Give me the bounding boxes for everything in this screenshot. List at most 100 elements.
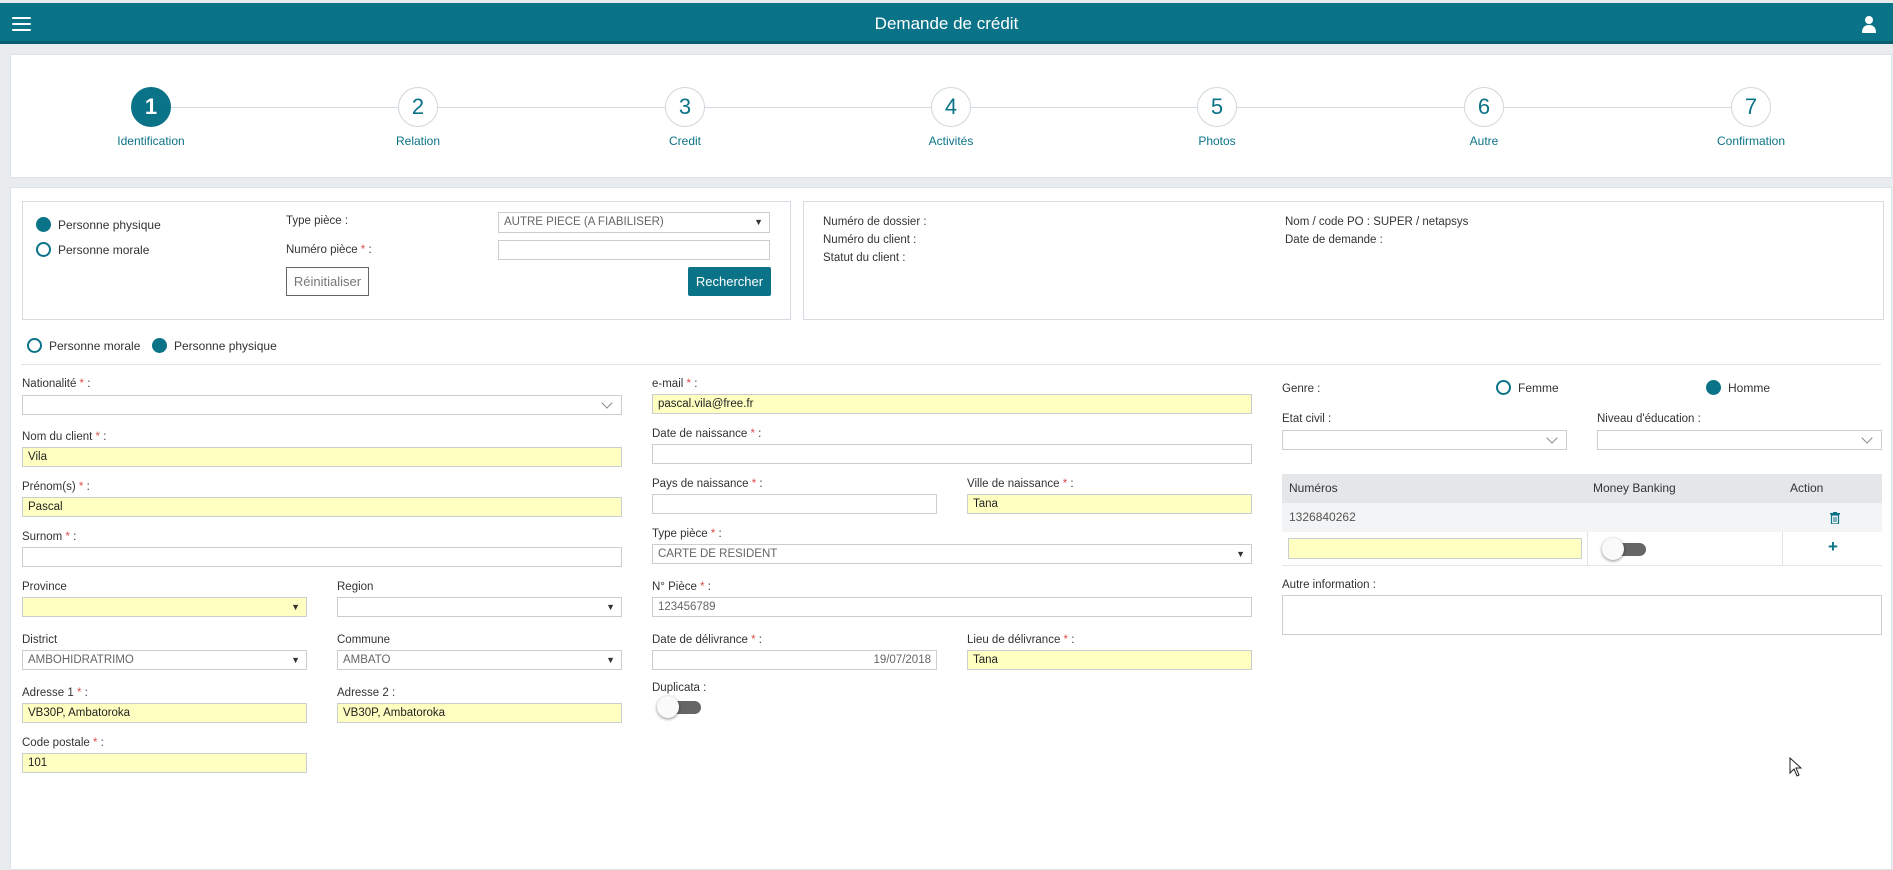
column-separator	[1587, 532, 1588, 566]
n-piece-label: N° Pièce * :	[652, 581, 711, 593]
statut-client-text: Statut du client :	[823, 252, 906, 264]
district-select[interactable]: AMBOHIDRATRIMO ▼	[22, 650, 307, 670]
step-label: Autre	[1469, 134, 1499, 148]
caret-down-icon: ▼	[1236, 549, 1245, 559]
ville-naissance-input[interactable]: Tana	[967, 494, 1252, 514]
step-activites[interactable]: 4 Activités	[871, 87, 1031, 148]
column-separator	[1782, 532, 1783, 566]
province-select[interactable]: ▼	[22, 597, 307, 617]
money-banking-toggle[interactable]	[1602, 538, 1648, 560]
lieu-delivrance-label: Lieu de délivrance * :	[967, 634, 1075, 646]
duplicata-label: Duplicata :	[652, 682, 707, 694]
search-box: Personne physique Personne morale Type p…	[22, 201, 791, 320]
chevron-down-icon	[601, 397, 613, 409]
step-number: 3	[665, 87, 705, 127]
step-number: 4	[931, 87, 971, 127]
code-postal-label: Code postale * :	[22, 737, 104, 749]
code-postal-input[interactable]: 101	[22, 753, 307, 773]
step-label: Activités	[928, 134, 974, 148]
type-piece-form-select[interactable]: CARTE DE RESIDENT ▼	[652, 544, 1252, 564]
caret-down-icon: ▼	[606, 655, 615, 665]
add-phone-button[interactable]: +	[1828, 537, 1838, 557]
step-credit[interactable]: 3 Credit	[605, 87, 765, 148]
section-divider	[21, 364, 1881, 365]
step-relation[interactable]: 2 Relation	[338, 87, 498, 148]
reset-button[interactable]: Réinitialiser	[286, 267, 369, 296]
step-label: Relation	[395, 134, 441, 148]
new-phone-input[interactable]	[1288, 538, 1582, 559]
radio-personne-physique[interactable]: Personne physique	[152, 338, 277, 353]
adresse1-label: Adresse 1 * :	[22, 687, 88, 699]
autre-info-textarea[interactable]	[1282, 595, 1882, 635]
date-naissance-label: Date de naissance * :	[652, 428, 762, 440]
radio-selected-icon	[152, 338, 167, 353]
table-row: 1326840262	[1282, 503, 1882, 532]
page-title: Demande de crédit	[874, 14, 1019, 33]
date-demande-text: Date de demande :	[1285, 234, 1383, 246]
radio-personne-morale-search[interactable]: Personne morale	[36, 242, 149, 257]
email-label: e-mail * :	[652, 378, 698, 390]
district-label: District	[22, 634, 58, 646]
date-naissance-input[interactable]	[652, 444, 1252, 464]
commune-value: AMBATO	[343, 654, 391, 666]
ville-naissance-label: Ville de naissance * :	[967, 478, 1074, 490]
pays-naissance-input[interactable]	[652, 494, 937, 514]
radio-label: Femme	[1518, 380, 1559, 395]
radio-label: Personne physique	[174, 338, 277, 353]
step-number: 2	[398, 87, 438, 127]
surnom-input[interactable]	[22, 547, 622, 567]
search-button[interactable]: Rechercher	[688, 267, 771, 296]
region-select[interactable]: ▼	[337, 597, 622, 617]
type-piece-value: AUTRE PIECE (A FIABILISER)	[504, 216, 664, 228]
step-number: 5	[1197, 87, 1237, 127]
radio-personne-physique-search[interactable]: Personne physique	[36, 217, 161, 232]
adresse2-input[interactable]: VB30P, Ambatoroka	[337, 703, 622, 723]
step-confirmation[interactable]: 7 Confirmation	[1671, 87, 1831, 148]
pays-naissance-label: Pays de naissance * :	[652, 478, 763, 490]
numero-piece-input[interactable]	[498, 240, 770, 260]
user-icon[interactable]	[1861, 15, 1877, 33]
dossier-info-box: Numéro de dossier : Numéro du client : S…	[803, 201, 1884, 320]
radio-personne-morale[interactable]: Personne morale	[27, 338, 140, 353]
niveau-education-select[interactable]	[1597, 430, 1882, 450]
type-piece-label: Type pièce :	[286, 215, 349, 227]
radio-selected-icon	[36, 217, 51, 232]
region-label: Region	[337, 581, 374, 593]
duplicata-toggle[interactable]	[657, 696, 703, 718]
wizard-stepper: 1 Identification 2 Relation 3 Credit 4 A…	[10, 54, 1892, 178]
prenom-input[interactable]: Pascal	[22, 497, 622, 517]
phone-table-header: Numéros Money Banking Action	[1282, 474, 1882, 503]
caret-down-icon: ▼	[606, 602, 615, 612]
autre-info-label: Autre information :	[1282, 579, 1376, 591]
lieu-delivrance-input[interactable]: Tana	[967, 650, 1252, 670]
etat-civil-label: Etat civil :	[1282, 413, 1332, 425]
type-piece-select[interactable]: AUTRE PIECE (A FIABILISER) ▼	[498, 212, 770, 233]
nationalite-select[interactable]	[22, 395, 622, 415]
caret-down-icon: ▼	[291, 655, 300, 665]
commune-select[interactable]: AMBATO ▼	[337, 650, 622, 670]
step-photos[interactable]: 5 Photos	[1137, 87, 1297, 148]
step-label: Identification	[117, 134, 185, 148]
niveau-education-label: Niveau d'éducation :	[1597, 413, 1701, 425]
numero-client-text: Numéro du client :	[823, 234, 917, 246]
step-autre[interactable]: 6 Autre	[1404, 87, 1564, 148]
n-piece-input[interactable]: 123456789	[652, 597, 1252, 617]
phone-table: Numéros Money Banking Action 1326840262 …	[1282, 474, 1882, 566]
date-delivrance-input[interactable]: 19/07/2018	[652, 650, 937, 670]
step-identification[interactable]: 1 Identification	[71, 87, 231, 148]
email-input[interactable]: pascal.vila@free.fr	[652, 394, 1252, 414]
nationalite-label: Nationalité * :	[22, 378, 91, 390]
type-piece-form-value: CARTE DE RESIDENT	[658, 548, 778, 560]
adresse2-label: Adresse 2 :	[337, 687, 396, 699]
adresse1-input[interactable]: VB30P, Ambatoroka	[22, 703, 307, 723]
numero-piece-label: Numéro pièce * :	[286, 244, 372, 256]
radio-femme[interactable]: Femme	[1496, 380, 1559, 395]
mouse-cursor-icon	[1789, 757, 1803, 777]
etat-civil-select[interactable]	[1282, 430, 1567, 450]
trash-icon[interactable]	[1830, 512, 1840, 524]
radio-homme[interactable]: Homme	[1706, 380, 1770, 395]
genre-label: Genre :	[1282, 383, 1321, 395]
nom-input[interactable]: Vila	[22, 447, 622, 467]
chevron-down-icon	[1861, 432, 1873, 444]
nom-code-po-text: Nom / code PO : SUPER / netapsys	[1285, 216, 1469, 228]
